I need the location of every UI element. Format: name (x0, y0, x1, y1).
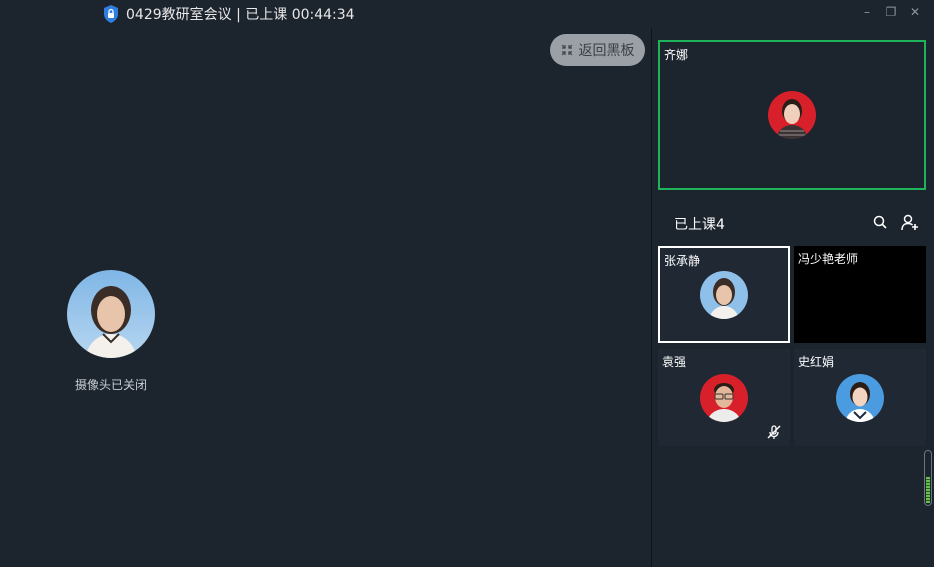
student-tile-2[interactable]: 冯少艳老师 (794, 246, 926, 343)
scrollbar[interactable] (924, 450, 932, 506)
student-avatar (700, 374, 748, 422)
student-name: 张承静 (664, 254, 701, 268)
student-avatar (700, 271, 748, 319)
scrollbar-thumb[interactable] (926, 477, 930, 503)
title-bar: 0429教研室会议 | 已上课 00:44:34 – ❐ ✕ (0, 0, 934, 28)
restore-button[interactable]: ❐ (882, 5, 900, 19)
main-video-area: 返回黑板 摄像头已关闭 (0, 28, 651, 567)
collapse-icon (561, 44, 572, 56)
search-icon[interactable] (872, 214, 888, 230)
mic-muted-icon (767, 425, 781, 439)
attendance-count: 已上课4 (674, 217, 725, 233)
student-name: 冯少艳老师 (798, 252, 859, 266)
presenter-avatar (67, 270, 155, 358)
teacher-name: 齐娜 (664, 48, 689, 62)
window-title-group: 0429教研室会议 | 已上课 00:44:34 (102, 3, 355, 25)
lock-shield-icon (104, 5, 118, 23)
window-title: 0429教研室会议 | 已上课 00:44:34 (126, 7, 355, 23)
student-name: 袁强 (662, 355, 687, 369)
return-blackboard-label: 返回黑板 (578, 43, 635, 59)
minimize-button[interactable]: – (858, 5, 876, 19)
add-user-icon[interactable] (900, 212, 920, 232)
student-name: 史红娟 (798, 355, 835, 369)
student-tile-3[interactable]: 袁强 (658, 349, 790, 446)
close-button[interactable]: ✕ (906, 5, 924, 19)
return-blackboard-button[interactable]: 返回黑板 (550, 34, 645, 66)
student-avatar (836, 374, 884, 422)
student-tile-4[interactable]: 史红娟 (794, 349, 926, 446)
teacher-avatar (768, 91, 816, 139)
student-tile-1[interactable]: 张承静 (658, 246, 790, 343)
camera-off-label: 摄像头已关闭 (74, 378, 147, 392)
teacher-video-tile[interactable]: 齐娜 (658, 40, 926, 190)
participant-panel: 齐娜 已上课4 张承静 冯少艳老师 袁强 史红娟 (652, 28, 934, 567)
